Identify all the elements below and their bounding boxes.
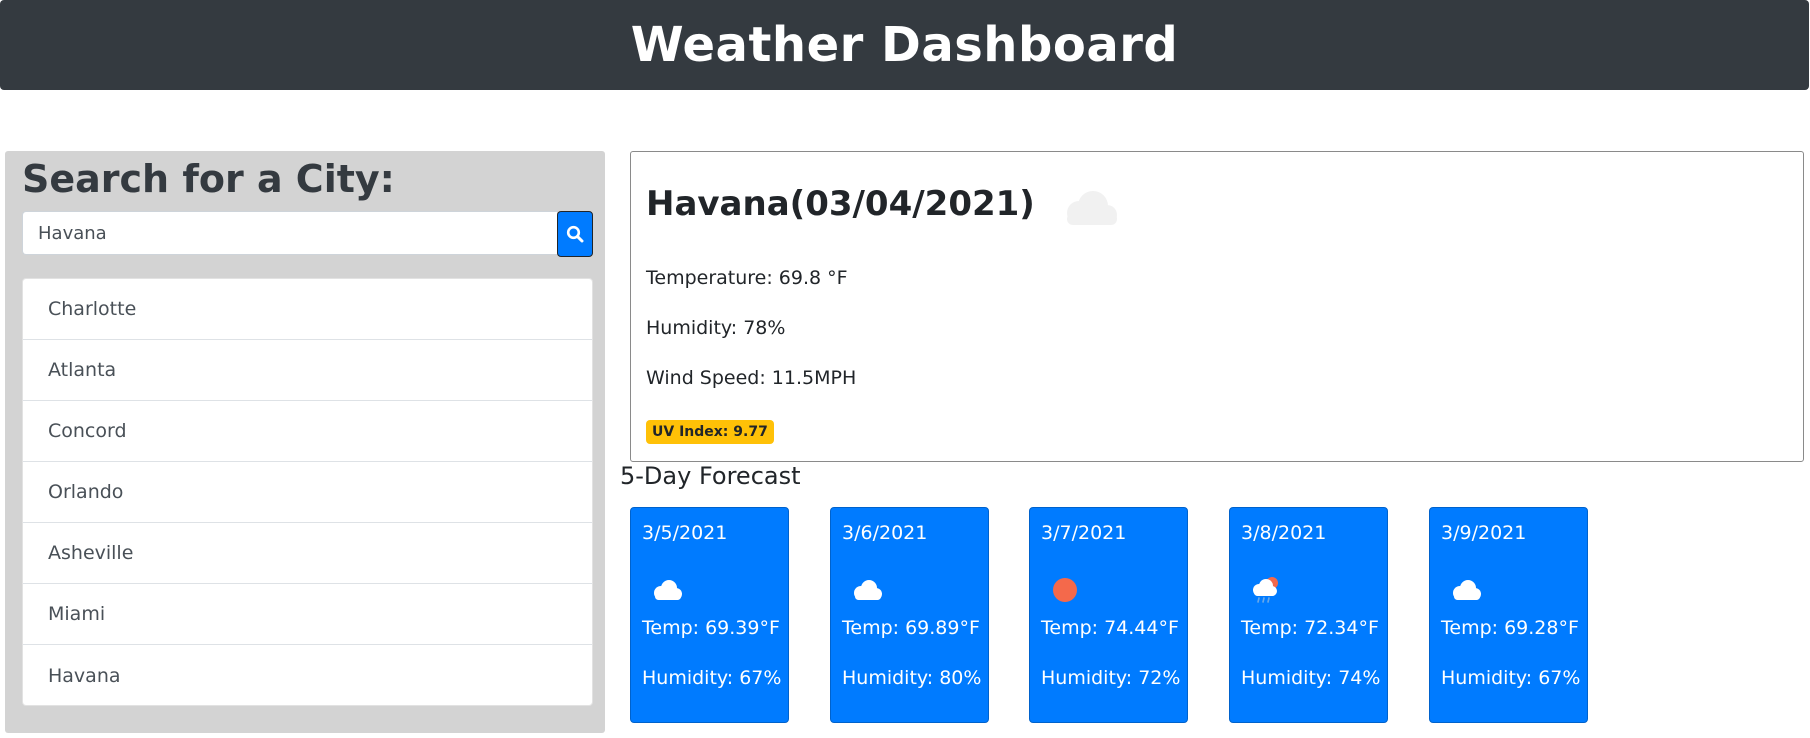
search-icon: [566, 225, 584, 243]
history-item[interactable]: Concord: [23, 401, 592, 462]
history-item-label: Havana: [48, 664, 121, 687]
forecast-date: 3/7/2021: [1041, 522, 1127, 544]
forecast-temp: Temp: 69.89°F: [842, 617, 980, 639]
uv-index-badge: UV Index: 9.77: [646, 420, 774, 444]
forecast-date: 3/9/2021: [1441, 522, 1527, 544]
history-item-label: Asheville: [48, 542, 134, 564]
forecast-temp: Temp: 74.44°F: [1041, 617, 1179, 639]
history-item[interactable]: Orlando: [23, 462, 592, 523]
history-item[interactable]: Asheville: [23, 523, 592, 584]
history-item-label: Orlando: [48, 481, 124, 503]
forecast-humidity: Humidity: 74%: [1241, 667, 1381, 689]
forecast-humidity: Humidity: 72%: [1041, 667, 1181, 689]
current-temperature: Temperature: 69.8 °F: [646, 267, 848, 289]
history-item[interactable]: Miami: [23, 584, 592, 645]
app-header: Weather Dashboard: [0, 0, 1809, 90]
search-heading: Search for a City:: [22, 157, 395, 201]
search-panel: Search for a City: Charlotte Atlanta Con…: [5, 151, 605, 733]
forecast-temp: Temp: 72.34°F: [1241, 617, 1379, 639]
forecast-date: 3/8/2021: [1241, 522, 1327, 544]
current-humidity: Humidity: 78%: [646, 317, 786, 339]
forecast-card: 3/5/2021 Temp: 69.39°F Humidity: 67%: [630, 507, 789, 723]
forecast-heading: 5-Day Forecast: [620, 462, 801, 490]
forecast-humidity: Humidity: 67%: [642, 667, 782, 689]
cloud-icon: [654, 580, 682, 600]
history-item-label: Concord: [48, 420, 127, 442]
history-item[interactable]: Charlotte: [23, 279, 592, 340]
forecast-card: 3/8/2021 Temp: 72.34°F Humidity: 74%: [1229, 507, 1388, 723]
rain-icon: [1253, 577, 1278, 603]
forecast-date: 3/5/2021: [642, 522, 728, 544]
current-wind-speed: Wind Speed: 11.5MPH: [646, 367, 857, 389]
cloud-icon: [1066, 191, 1117, 225]
sun-icon: [1053, 578, 1077, 602]
search-button[interactable]: [557, 211, 593, 257]
forecast-humidity: Humidity: 80%: [842, 667, 982, 689]
history-item[interactable]: Atlanta: [23, 340, 592, 401]
search-history-list: Charlotte Atlanta Concord Orlando Ashevi…: [22, 278, 593, 706]
forecast-card: 3/9/2021 Temp: 69.28°F Humidity: 67%: [1429, 507, 1588, 723]
forecast-temp: Temp: 69.28°F: [1441, 617, 1579, 639]
history-item-label: Miami: [48, 603, 106, 625]
city-search-input[interactable]: [22, 211, 557, 255]
forecast-temp: Temp: 69.39°F: [642, 617, 780, 639]
current-city-date: Havana(03/04/2021): [646, 184, 1035, 224]
history-item-label: Charlotte: [48, 298, 137, 320]
forecast-humidity: Humidity: 67%: [1441, 667, 1581, 689]
forecast-card: 3/6/2021 Temp: 69.89°F Humidity: 80%: [830, 507, 989, 723]
history-item-label: Atlanta: [48, 359, 117, 381]
forecast-date: 3/6/2021: [842, 522, 928, 544]
current-weather-card: Havana(03/04/2021) Temperature: 69.8 °F …: [630, 151, 1804, 462]
cloud-icon: [854, 580, 882, 600]
cloud-icon: [1453, 580, 1481, 600]
history-item[interactable]: Havana: [23, 645, 592, 705]
forecast-card: 3/7/2021 Temp: 74.44°F Humidity: 72%: [1029, 507, 1188, 723]
current-weather-title: Havana(03/04/2021): [646, 178, 1121, 230]
page-title: Weather Dashboard: [630, 17, 1179, 73]
